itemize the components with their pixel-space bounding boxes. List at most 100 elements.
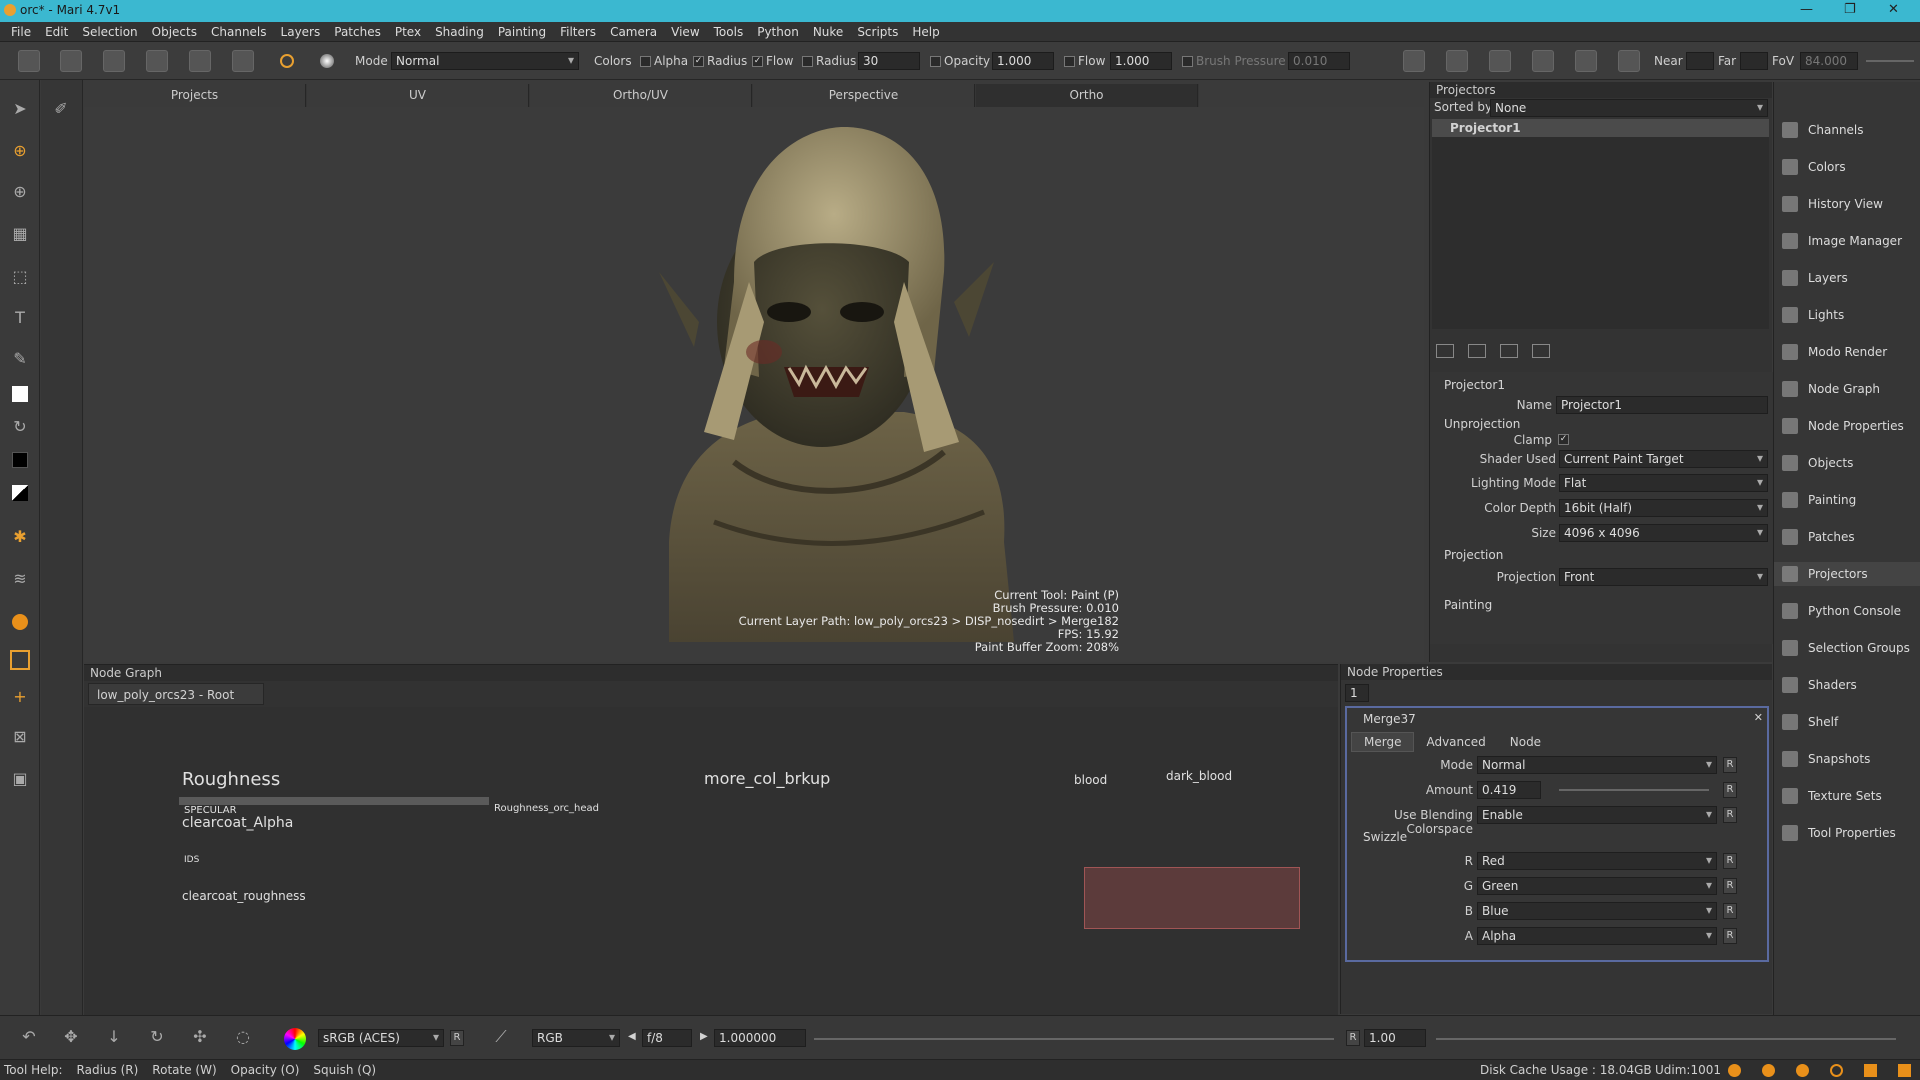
undo-icon[interactable] — [146, 50, 168, 72]
palette-objects[interactable]: Objects — [1774, 451, 1920, 475]
projection-dropdown[interactable]: Front — [1559, 568, 1768, 586]
near-input[interactable] — [1686, 52, 1714, 70]
brush-icon[interactable] — [320, 54, 334, 68]
shader-used-dropdown[interactable]: Current Paint Target — [1559, 450, 1768, 468]
menu-objects[interactable]: Objects — [145, 22, 204, 42]
swap-colors-icon[interactable]: ↻ — [9, 416, 31, 438]
close-project-icon[interactable] — [60, 50, 82, 72]
pan-icon[interactable]: ✥ — [60, 1026, 82, 1048]
menu-view[interactable]: View — [664, 22, 706, 42]
flow2-checkbox[interactable] — [1064, 56, 1075, 67]
palette-painting[interactable]: Painting — [1774, 488, 1920, 512]
opacity-checkbox[interactable] — [930, 56, 941, 67]
gamma-curve-icon[interactable]: ⟋ — [490, 1026, 512, 1048]
node-label-dark-blood[interactable]: dark_blood — [1166, 769, 1232, 783]
gamma-reset-button[interactable]: R — [1346, 1030, 1360, 1046]
tab-ortho[interactable]: Ortho — [976, 84, 1198, 107]
selection-tool-icon[interactable]: ⬚ — [9, 266, 31, 288]
node-graph-tab[interactable]: low_poly_orcs23 - Root — [88, 683, 264, 705]
swizzle-b-dropdown[interactable]: Blue — [1477, 902, 1717, 920]
viewport[interactable]: Current Tool: Paint (P) Brush Pressure: … — [84, 107, 1424, 662]
radius-input[interactable]: 30 — [858, 52, 920, 70]
tab-advanced[interactable]: Advanced — [1414, 733, 1497, 751]
node-label-clearcoat-alpha[interactable]: clearcoat_Alpha — [182, 815, 293, 831]
colorspace-reset-button[interactable]: R — [450, 1030, 464, 1046]
name-input[interactable]: Projector1 — [1556, 396, 1768, 414]
projector-list-item[interactable]: Projector1 — [1432, 119, 1769, 137]
viewport-layout-icon[interactable] — [1403, 50, 1425, 72]
frame-tool-icon[interactable]: ▣ — [9, 768, 31, 790]
project-icon[interactable] — [1468, 344, 1486, 358]
close-node-icon[interactable]: ✕ — [1754, 711, 1763, 724]
section-swizzle[interactable]: Swizzle — [1363, 830, 1407, 844]
palette-tool-properties[interactable]: Tool Properties — [1774, 821, 1920, 845]
mode-dropdown[interactable]: Normal — [391, 52, 579, 70]
new-project-icon[interactable] — [18, 50, 40, 72]
flow-input[interactable]: 1.000 — [1110, 52, 1172, 70]
brush-pressure-checkbox[interactable] — [1182, 56, 1193, 67]
gain-slider[interactable] — [814, 1038, 1334, 1040]
node-label-blood[interactable]: blood — [1074, 773, 1107, 787]
background-color-swatch[interactable] — [12, 452, 28, 468]
fov-input[interactable]: 84.000 — [1800, 52, 1858, 70]
node-label-clearcoat-roughness[interactable]: clearcoat_roughness — [182, 889, 306, 903]
swizzle-r-dropdown[interactable]: Red — [1477, 852, 1717, 870]
fstop-down-icon[interactable]: ◀ — [628, 1031, 636, 1042]
section-painting[interactable]: Painting — [1444, 598, 1492, 612]
color-wheel-icon[interactable] — [284, 1028, 306, 1050]
swizzle-g-reset-button[interactable]: R — [1723, 878, 1737, 894]
close-button[interactable]: ✕ — [1888, 2, 1899, 17]
tumble-icon[interactable]: ✣ — [189, 1026, 211, 1048]
palette-colors[interactable]: Colors — [1774, 155, 1920, 179]
menu-painting[interactable]: Painting — [491, 22, 553, 42]
size-dropdown[interactable]: 4096 x 4096 — [1559, 524, 1768, 542]
tab-merge[interactable]: Merge — [1351, 732, 1415, 752]
menu-filters[interactable]: Filters — [553, 22, 603, 42]
node-graph-minimap[interactable] — [1084, 867, 1300, 929]
fstop-up-icon[interactable]: ▶ — [700, 1031, 708, 1042]
menu-help[interactable]: Help — [905, 22, 946, 42]
node-label-roughness-orc-head[interactable]: Roughness_orc_head — [494, 803, 599, 814]
gain-input[interactable]: 1.000000 — [714, 1029, 806, 1047]
menu-scripts[interactable]: Scripts — [850, 22, 905, 42]
gamma-slider[interactable] — [1436, 1038, 1896, 1040]
brush-pressure-input[interactable]: 0.010 — [1288, 52, 1350, 70]
eyedropper-icon[interactable]: ✎ — [9, 348, 31, 370]
shade-icon[interactable] — [1532, 50, 1554, 72]
grid-tool-icon[interactable]: ▦ — [9, 223, 31, 245]
swizzle-g-dropdown[interactable]: Green — [1477, 877, 1717, 895]
palette-modo-render[interactable]: Modo Render — [1774, 340, 1920, 364]
menu-camera[interactable]: Camera — [603, 22, 664, 42]
palette-snapshots[interactable]: Snapshots — [1774, 747, 1920, 771]
radius-checkbox[interactable]: ✓ — [693, 56, 704, 67]
palette-selection-groups[interactable]: Selection Groups — [1774, 636, 1920, 660]
palette-layers[interactable]: Layers — [1774, 266, 1920, 290]
opacity-input[interactable]: 1.000 — [992, 52, 1054, 70]
blend-reset-button[interactable]: R — [1723, 807, 1737, 823]
menu-nuke[interactable]: Nuke — [806, 22, 851, 42]
node-label-roughness[interactable]: Roughness — [182, 769, 280, 790]
menu-patches[interactable]: Patches — [327, 22, 388, 42]
amount-slider[interactable] — [1559, 789, 1709, 791]
swizzle-r-reset-button[interactable]: R — [1723, 853, 1737, 869]
color-depth-dropdown[interactable]: 16bit (Half) — [1559, 499, 1768, 517]
amount-reset-button[interactable]: R — [1723, 782, 1737, 798]
lighting-mode-dropdown[interactable]: Flat — [1559, 474, 1768, 492]
node-count-input[interactable]: 1 — [1345, 684, 1369, 702]
fov-slider[interactable] — [1866, 60, 1914, 62]
color-pair-icon[interactable] — [12, 485, 28, 501]
sorted-by-dropdown[interactable]: None — [1490, 99, 1768, 117]
light-icon[interactable] — [1618, 50, 1640, 72]
redo-icon[interactable] — [189, 50, 211, 72]
menu-edit[interactable]: Edit — [38, 22, 75, 42]
palette-node-properties[interactable]: Node Properties — [1774, 414, 1920, 438]
palette-image-manager[interactable]: Image Manager — [1774, 229, 1920, 253]
channel-dropdown[interactable]: RGB — [532, 1029, 620, 1047]
menu-channels[interactable]: Channels — [204, 22, 274, 42]
tab-perspective[interactable]: Perspective — [753, 84, 975, 107]
minimize-button[interactable]: — — [1800, 2, 1813, 17]
colorspace-dropdown[interactable]: sRGB (ACES) — [318, 1029, 444, 1047]
palette-shaders[interactable]: Shaders — [1774, 673, 1920, 697]
swizzle-a-reset-button[interactable]: R — [1723, 928, 1737, 944]
menu-python[interactable]: Python — [750, 22, 806, 42]
